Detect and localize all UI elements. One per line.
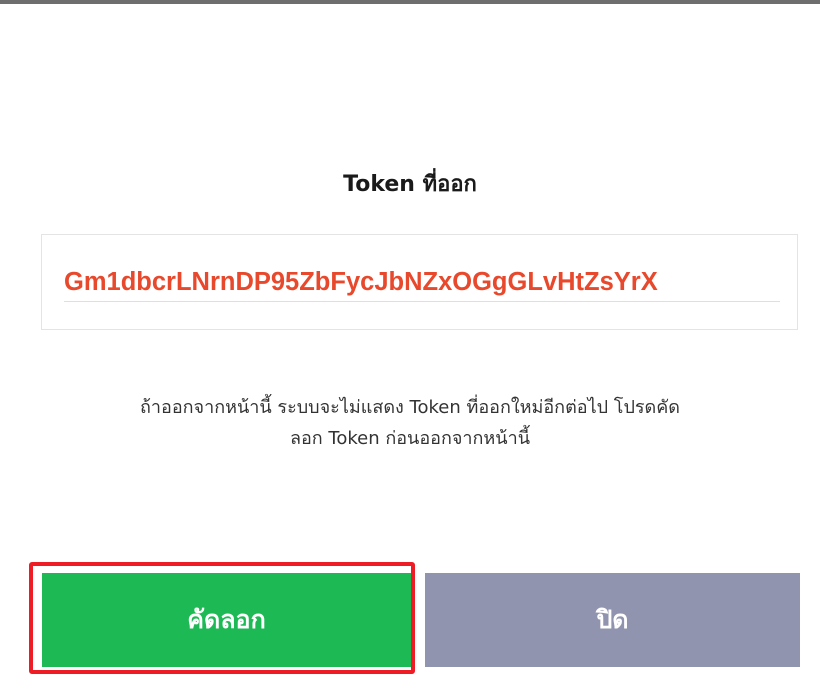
dialog-title: Token ที่ออก bbox=[343, 172, 477, 197]
token-box bbox=[41, 234, 798, 330]
close-button[interactable]: ปิด bbox=[425, 573, 800, 667]
top-border bbox=[0, 0, 820, 4]
warning-text: ถ้าออกจากหน้านี้ ระบบจะไม่แสดง Token ที่… bbox=[40, 392, 780, 454]
copy-button-label: คัดลอก bbox=[187, 605, 266, 634]
copy-button[interactable]: คัดลอก bbox=[42, 573, 411, 667]
token-value-field[interactable] bbox=[64, 263, 780, 302]
warning-line-1: ถ้าออกจากหน้านี้ ระบบจะไม่แสดง Token ที่… bbox=[140, 397, 680, 418]
warning-line-2: ลอก Token ก่อนออกจากหน้านี้ bbox=[289, 428, 531, 449]
close-button-label: ปิด bbox=[596, 605, 629, 634]
